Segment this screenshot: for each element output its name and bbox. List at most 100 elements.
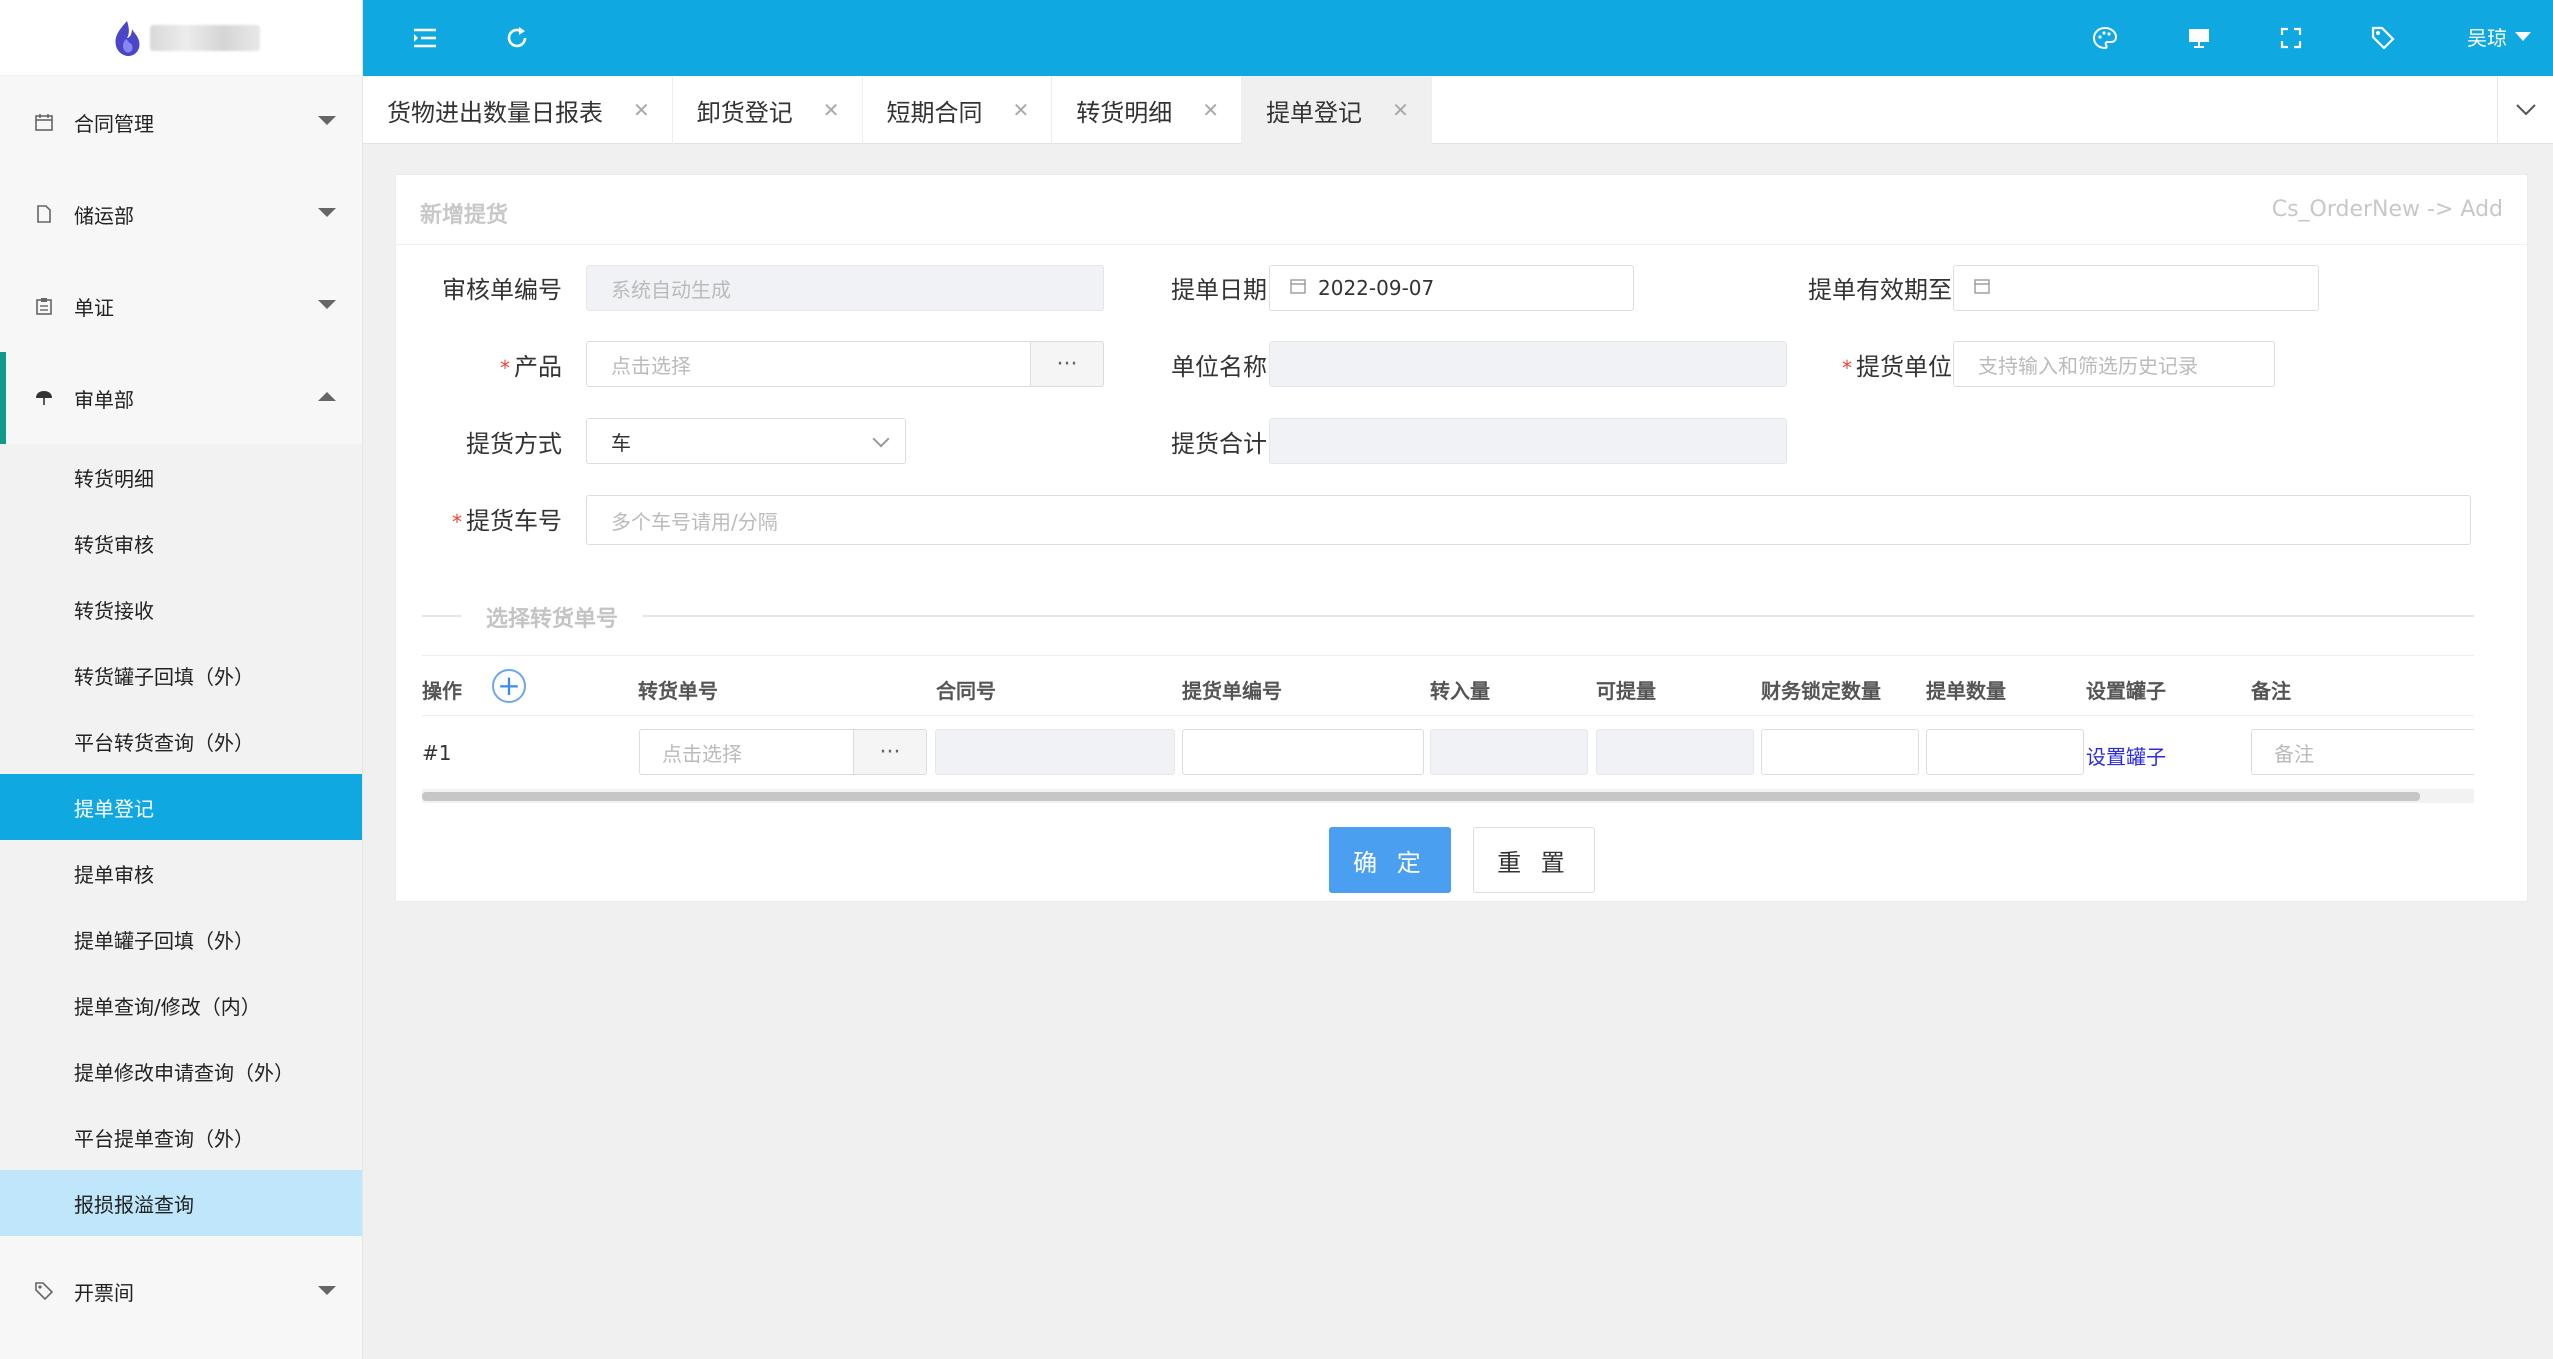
close-icon[interactable]: ✕ <box>633 98 650 122</box>
pickup-unit-input[interactable]: 支持输入和筛选历史记录 <box>1953 341 2275 387</box>
bill-no-input[interactable] <box>1182 729 1424 775</box>
confirm-button[interactable]: 确 定 <box>1329 827 1451 893</box>
sidebar-item-bill-audit[interactable]: 提单审核 <box>0 840 362 906</box>
menu-group-documents[interactable]: 单证 <box>0 260 362 352</box>
valid-until-field[interactable] <box>1953 265 2319 311</box>
transfer-no-placeholder: 点击选择 <box>662 741 742 766</box>
sidebar-item-transfer-audit[interactable]: 转货审核 <box>0 510 362 576</box>
close-icon[interactable]: ✕ <box>1013 98 1030 122</box>
menu-group-contract[interactable]: 合同管理 <box>0 76 362 168</box>
chevron-down-icon <box>2515 104 2536 116</box>
section-divider <box>422 615 2474 617</box>
tab-unload-register[interactable]: 卸货登记 ✕ <box>673 76 863 144</box>
sidebar: 合同管理 储运部 单证 审单部 转货明细 转货审核 转货接收 转货罐子回填（外）… <box>0 0 363 1359</box>
pickup-total-field <box>1269 418 1787 464</box>
caret-down-icon <box>2515 32 2531 41</box>
pickup-method-value: 车 <box>611 430 631 455</box>
sidebar-item-bill-register[interactable]: 提单登记 <box>0 774 362 840</box>
col-header-remark: 备注 <box>2251 679 2291 703</box>
bill-qty-input[interactable] <box>1926 729 2084 775</box>
tab-label: 转货明细 <box>1076 98 1173 127</box>
sidebar-item-loss-overflow-query[interactable]: 报损报溢查询 <box>0 1170 362 1236</box>
close-icon[interactable]: ✕ <box>1202 98 1219 122</box>
product-picker-button[interactable]: ··· <box>1030 341 1104 387</box>
finance-locked-input[interactable] <box>1761 729 1919 775</box>
menu-group-label: 开票间 <box>74 1280 134 1305</box>
add-row-button[interactable]: + <box>492 669 526 703</box>
product-placeholder: 点击选择 <box>611 353 691 378</box>
required-mark: * <box>1842 356 1852 380</box>
tab-more-dropdown[interactable] <box>2497 76 2553 144</box>
tab-transfer-detail[interactable]: 转货明细 ✕ <box>1052 76 1243 144</box>
sidebar-item-platform-transfer-query[interactable]: 平台转货查询（外） <box>0 708 362 774</box>
sidebar-item-transfer-receive[interactable]: 转货接收 <box>0 576 362 642</box>
tab-label: 短期合同 <box>886 98 983 127</box>
col-header-available: 可提量 <box>1596 679 1656 703</box>
tag-icon[interactable] <box>2365 20 2401 56</box>
menu-group-audit[interactable]: 审单部 <box>0 352 362 444</box>
document-icon <box>34 204 54 224</box>
transfer-no-input[interactable]: 点击选择 <box>639 729 855 775</box>
set-tank-link[interactable]: 设置罐子 <box>2086 741 2166 770</box>
col-header-bill-qty: 提单数量 <box>1926 679 2006 703</box>
pickup-unit-placeholder: 支持输入和筛选历史记录 <box>1978 353 2198 378</box>
sidebar-item-bill-query-edit[interactable]: 提单查询/修改（内） <box>0 972 362 1038</box>
sidebar-item-transfer-detail[interactable]: 转货明细 <box>0 444 362 510</box>
topbar: 吴琼 <box>363 0 2553 76</box>
plate-label-text: 提货车号 <box>466 507 562 535</box>
chevron-down-icon <box>318 300 336 309</box>
fullscreen-icon[interactable] <box>2273 20 2309 56</box>
pickup-unit-label: * 提货单位 <box>1776 347 1952 382</box>
required-mark: * <box>500 356 510 380</box>
menu-group-storage[interactable]: 储运部 <box>0 168 362 260</box>
calendar-icon <box>34 112 54 132</box>
transfer-in-field <box>1430 729 1588 775</box>
sidebar-item-transfer-tank-backfill[interactable]: 转货罐子回填（外） <box>0 642 362 708</box>
col-header-action: 操作 <box>422 679 462 703</box>
product-input[interactable]: 点击选择 <box>586 341 1032 387</box>
table-top-border <box>422 655 2474 656</box>
col-header-transfer-no: 转货单号 <box>638 679 718 703</box>
user-menu[interactable]: 吴琼 <box>2467 22 2531 51</box>
section-title: 选择转货单号 <box>462 601 643 633</box>
menu-group-invoice[interactable]: 开票间 <box>0 1236 362 1346</box>
tab-label: 提单登记 <box>1266 98 1363 127</box>
tab-label: 货物进出数量日报表 <box>387 98 603 127</box>
close-icon[interactable]: ✕ <box>823 98 840 122</box>
audit-no-label: 审核单编号 <box>442 276 562 304</box>
contract-no-field <box>935 729 1175 775</box>
form-card: 新增提货 Cs_OrderNew -> Add 审核单编号 系统自动生成 提单日… <box>395 174 2528 902</box>
col-header-set-tank: 设置罐子 <box>2086 679 2166 703</box>
sidebar-item-platform-bill-query[interactable]: 平台提单查询（外） <box>0 1104 362 1170</box>
clipboard-icon <box>34 296 54 316</box>
sidebar-item-bill-edit-request-query[interactable]: 提单修改申请查询（外） <box>0 1038 362 1104</box>
tab-bill-register[interactable]: 提单登记 ✕ <box>1242 76 1432 144</box>
chevron-down-icon <box>318 116 336 125</box>
tab-short-contract[interactable]: 短期合同 ✕ <box>863 76 1053 144</box>
remark-input[interactable]: 备注 <box>2251 729 2474 775</box>
product-label-text: 产品 <box>514 353 562 381</box>
transfer-picker-button[interactable]: ··· <box>853 729 927 775</box>
close-icon[interactable]: ✕ <box>1392 98 1409 122</box>
scrollbar-thumb[interactable] <box>422 792 2420 801</box>
menu-toggle-icon[interactable] <box>407 20 443 56</box>
plate-textarea[interactable]: 多个车号请用/分隔 <box>586 495 2471 545</box>
umbrella-icon <box>34 388 54 408</box>
bill-date-field[interactable]: 2022-09-07 <box>1269 265 1634 311</box>
bill-date-value: 2022-09-07 <box>1318 276 1435 300</box>
available-field <box>1596 729 1754 775</box>
tab-daily-report[interactable]: 货物进出数量日报表 ✕ <box>363 76 673 144</box>
valid-until-label: 提单有效期至 <box>1808 276 1952 304</box>
palette-icon[interactable] <box>2087 20 2123 56</box>
menu-group-label: 单证 <box>74 295 114 320</box>
reset-button[interactable]: 重 置 <box>1473 827 1595 893</box>
table-horizontal-scrollbar[interactable] <box>422 789 2474 803</box>
table-header-divider <box>422 715 2474 716</box>
menu-group-label: 审单部 <box>74 387 134 412</box>
sidebar-item-bill-tank-backfill[interactable]: 提单罐子回填（外） <box>0 906 362 972</box>
calendar-icon <box>1974 278 1990 299</box>
pickup-method-select[interactable]: 车 <box>586 418 906 464</box>
refresh-icon[interactable] <box>499 20 535 56</box>
screen-icon[interactable] <box>2181 20 2217 56</box>
menu-group-label: 合同管理 <box>74 111 154 136</box>
